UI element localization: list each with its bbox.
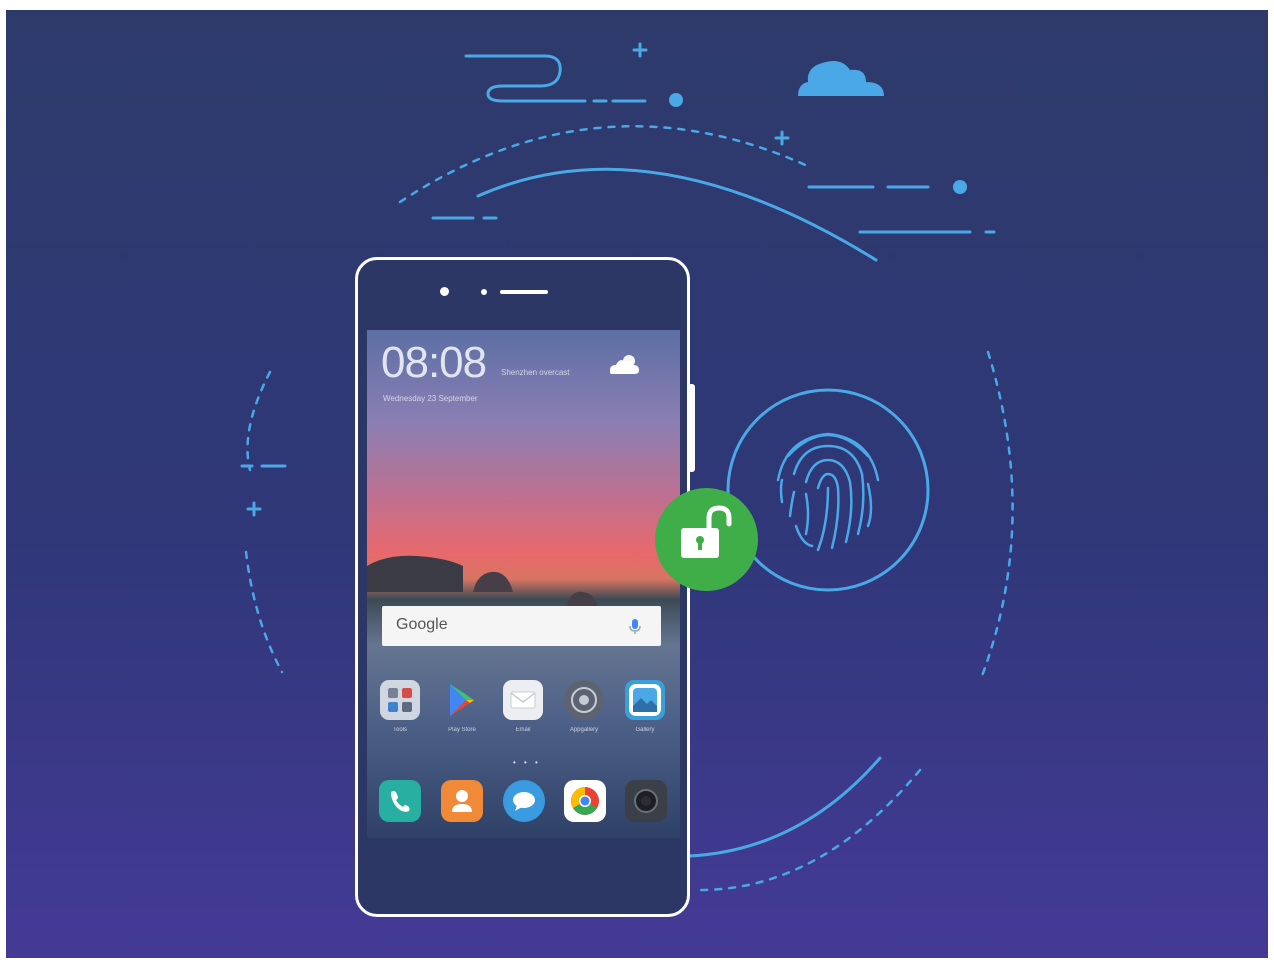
front-camera bbox=[440, 287, 449, 296]
phone-screen: 08:08 Shenzhen overcast Wednesday 23 Sep… bbox=[367, 330, 680, 838]
app-label: Appgallery bbox=[569, 727, 599, 733]
page-indicator: • • • bbox=[513, 758, 541, 767]
app-label: Tools bbox=[392, 727, 407, 733]
illustration: 08:08 Shenzhen overcast Wednesday 23 Sep… bbox=[0, 0, 1274, 965]
chrome-icon[interactable] bbox=[564, 780, 606, 822]
contacts-icon[interactable] bbox=[441, 780, 483, 822]
messages-icon[interactable] bbox=[503, 780, 545, 822]
earpiece bbox=[500, 290, 548, 294]
app-label: Gallery bbox=[635, 727, 655, 733]
email-icon[interactable] bbox=[503, 680, 543, 720]
google-logo: Google bbox=[396, 616, 448, 633]
app-label: Play Store bbox=[448, 727, 476, 733]
unlock-icon bbox=[681, 505, 732, 558]
play-store-icon[interactable] bbox=[442, 680, 482, 720]
phone-icon[interactable] bbox=[379, 780, 421, 822]
mic-icon[interactable] bbox=[625, 616, 645, 636]
cloud-weather-icon bbox=[610, 355, 639, 374]
cloud-icon bbox=[798, 61, 884, 96]
appgallery-icon[interactable] bbox=[564, 680, 604, 720]
lockscreen-date: Wednesday 23 September bbox=[383, 394, 478, 403]
google-search-bar[interactable]: Google bbox=[382, 606, 661, 646]
gallery-icon[interactable] bbox=[625, 680, 665, 720]
tools-folder-icon[interactable] bbox=[380, 680, 420, 720]
app-label: Email bbox=[515, 727, 531, 733]
unlock-badge bbox=[655, 488, 758, 591]
lockscreen-time: 08:08 bbox=[381, 338, 487, 387]
camera-icon[interactable] bbox=[625, 780, 667, 822]
weather-location: Shenzhen overcast bbox=[501, 368, 570, 377]
sensor bbox=[481, 289, 487, 295]
